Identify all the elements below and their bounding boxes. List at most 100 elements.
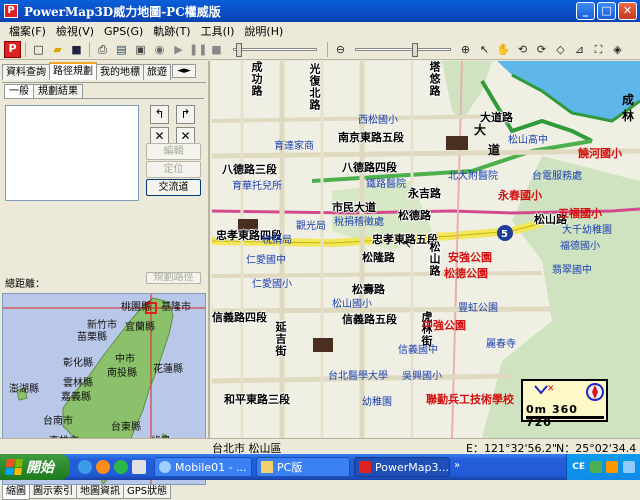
rotate-right-icon[interactable]: ⟳ (533, 41, 550, 58)
tab-scroll-arrows[interactable]: ◄► (172, 64, 196, 78)
close-button[interactable]: ✕ (618, 2, 637, 20)
mini-label: 南投縣 (107, 368, 137, 379)
save-icon[interactable]: ■ (68, 41, 85, 58)
zoom-slider[interactable] (355, 43, 451, 57)
full-screen-icon[interactable]: ⛶ (590, 41, 607, 58)
svg-text:✕: ✕ (547, 384, 555, 394)
poi-label: 幼稚園 (362, 397, 392, 408)
poi-label: 大千幼稚園 (562, 225, 612, 236)
zoom-in-icon[interactable]: ⊕ (457, 41, 474, 58)
mini-label: 台南市 (43, 416, 73, 427)
toolbar: P □ ▰ ■ ⎙ ▤ ▣ ◉ ▶ ❚❚ ■ ⊖ ⊕ ↖ ✋ ⟲ ⟳ ◇ ⊿ ⛶… (0, 40, 640, 60)
volume-icon[interactable] (622, 461, 635, 473)
poi-label: 仁愛國小 (252, 279, 292, 290)
maximize-button[interactable]: □ (597, 2, 616, 20)
poi-label: 信義國中 (398, 345, 438, 356)
app-logo-icon[interactable]: P (4, 41, 21, 58)
open-folder-icon[interactable]: ▰ (49, 41, 66, 58)
windows-logo-icon (5, 459, 23, 475)
move-down-icon[interactable]: ↱ (176, 105, 195, 124)
menu-file[interactable]: 檔案(F) (4, 23, 51, 39)
measure-icon[interactable]: ⊿ (571, 41, 588, 58)
browser-icon[interactable] (78, 460, 92, 474)
new-file-icon[interactable]: □ (30, 41, 47, 58)
taskbar-overflow-icon[interactable]: » (454, 460, 464, 474)
poi-label: 翡翠國中 (552, 265, 592, 276)
playback-slider[interactable] (233, 43, 317, 57)
gps-device-icon[interactable]: ▣ (132, 41, 149, 58)
school-label: 饒河國小 (578, 147, 622, 160)
subtab-results[interactable]: 規劃結果 (33, 84, 83, 98)
task-pc-folder[interactable]: PC版 (256, 457, 350, 477)
rotate-left-icon[interactable]: ⟲ (514, 41, 531, 58)
track-record-icon[interactable]: ◉ (151, 41, 168, 58)
language-indicator[interactable]: CE (572, 462, 585, 472)
route-points-list[interactable] (5, 105, 139, 201)
mini-label: 苗栗縣 (77, 332, 107, 343)
app-icon: P (4, 4, 18, 18)
network-icon[interactable] (589, 461, 602, 473)
poi-label: 觀光局 (296, 221, 326, 232)
poi-label: 稅捐局 (262, 235, 292, 246)
cursor-pointer-icon: ↖ (402, 237, 413, 251)
menu-view[interactable]: 檢視(V) (51, 23, 99, 39)
scale-compass-box: ✕ 0m 360 720 (521, 379, 608, 429)
start-button[interactable]: 開始 (0, 454, 70, 480)
menu-help[interactable]: 說明(H) (239, 23, 288, 39)
menu-track[interactable]: 軌跡(T) (148, 23, 195, 39)
pointer-icon[interactable]: ↖ (476, 41, 493, 58)
road-label: 松山路 (428, 241, 441, 277)
road-label: 和平東路三段 (224, 393, 290, 406)
road-label: 永吉路 (408, 187, 441, 200)
subtab-general[interactable]: 一般 (4, 84, 34, 98)
desktop-icon[interactable] (132, 460, 146, 474)
tab-route-planning[interactable]: 路徑規劃 (49, 62, 97, 80)
place-label: 大 (474, 123, 487, 137)
poi-label: 豐虹公園 (458, 303, 498, 314)
tab-gps-status[interactable]: GPS狀態 (123, 485, 172, 499)
svg-text:5: 5 (501, 229, 508, 240)
tab-thumbnail[interactable]: 縮圖 (2, 485, 30, 500)
school-label: 永春國小 (498, 189, 542, 202)
map-book-icon[interactable]: ▤ (113, 41, 130, 58)
road-label: 信義路五段 (342, 313, 397, 326)
tab-my-landmarks[interactable]: 我的地標 (96, 64, 144, 80)
pan-hand-icon[interactable]: ✋ (495, 41, 512, 58)
mini-label: 桃園縣 (121, 302, 151, 313)
browser-icon (159, 461, 171, 473)
3d-view-icon[interactable]: ◈ (609, 41, 626, 58)
task-powermap[interactable]: PowerMap3... (354, 457, 450, 477)
messenger-icon[interactable] (114, 460, 128, 474)
main-map[interactable]: 5 南京東路五段 八德路三段 八德路四段 市民大道 忠孝東路五段 永吉路 松隆路… (212, 61, 640, 438)
move-up-icon[interactable]: ↰ (150, 105, 169, 124)
tab-data-query[interactable]: 資料查詢 (2, 64, 50, 80)
interchange-button[interactable]: 交流道 (146, 179, 201, 196)
minimize-button[interactable]: _ (576, 2, 595, 20)
road-label: 光復北路 (308, 63, 321, 111)
menu-gps[interactable]: GPS(G) (99, 25, 148, 38)
left-panel: 資料查詢 路徑規劃 我的地標 旅遊 ◄► 一般 規劃結果 ↰ ↱ ✕ ✕ 編輯 … (0, 61, 210, 500)
stop-icon[interactable]: ■ (208, 41, 225, 58)
pause-icon[interactable]: ❚❚ (189, 41, 207, 58)
tab-travel[interactable]: 旅遊 (143, 64, 171, 80)
zoom-out-icon[interactable]: ⊖ (332, 41, 349, 58)
mini-label: 雲林縣 (63, 378, 93, 389)
park-label: 安強公園 (448, 251, 492, 264)
poi-label: 鐵路醫院 (366, 179, 406, 190)
security-icon[interactable] (606, 461, 619, 473)
mini-label: 彰化縣 (63, 358, 93, 369)
play-icon[interactable]: ▶ (170, 41, 187, 58)
task-mobile01[interactable]: Mobile01 - ... (154, 457, 252, 477)
tab-map-info[interactable]: 地圖資訊 (76, 485, 124, 499)
tab-icon-index[interactable]: 圖示索引 (29, 485, 77, 499)
edit-button[interactable]: 編輯 (146, 143, 201, 160)
print-icon[interactable]: ⎙ (94, 41, 111, 58)
road-label: 延吉街 (274, 321, 287, 357)
menu-tools[interactable]: 工具(I) (196, 23, 240, 39)
poi-label: 吳興國小 (402, 371, 442, 382)
locate-button[interactable]: 定位 (146, 161, 201, 178)
media-player-icon[interactable] (96, 460, 110, 474)
poi-label: 福德國小 (560, 241, 600, 252)
plan-route-button[interactable]: 規劃路徑 (146, 272, 201, 284)
tilt-icon[interactable]: ◇ (552, 41, 569, 58)
